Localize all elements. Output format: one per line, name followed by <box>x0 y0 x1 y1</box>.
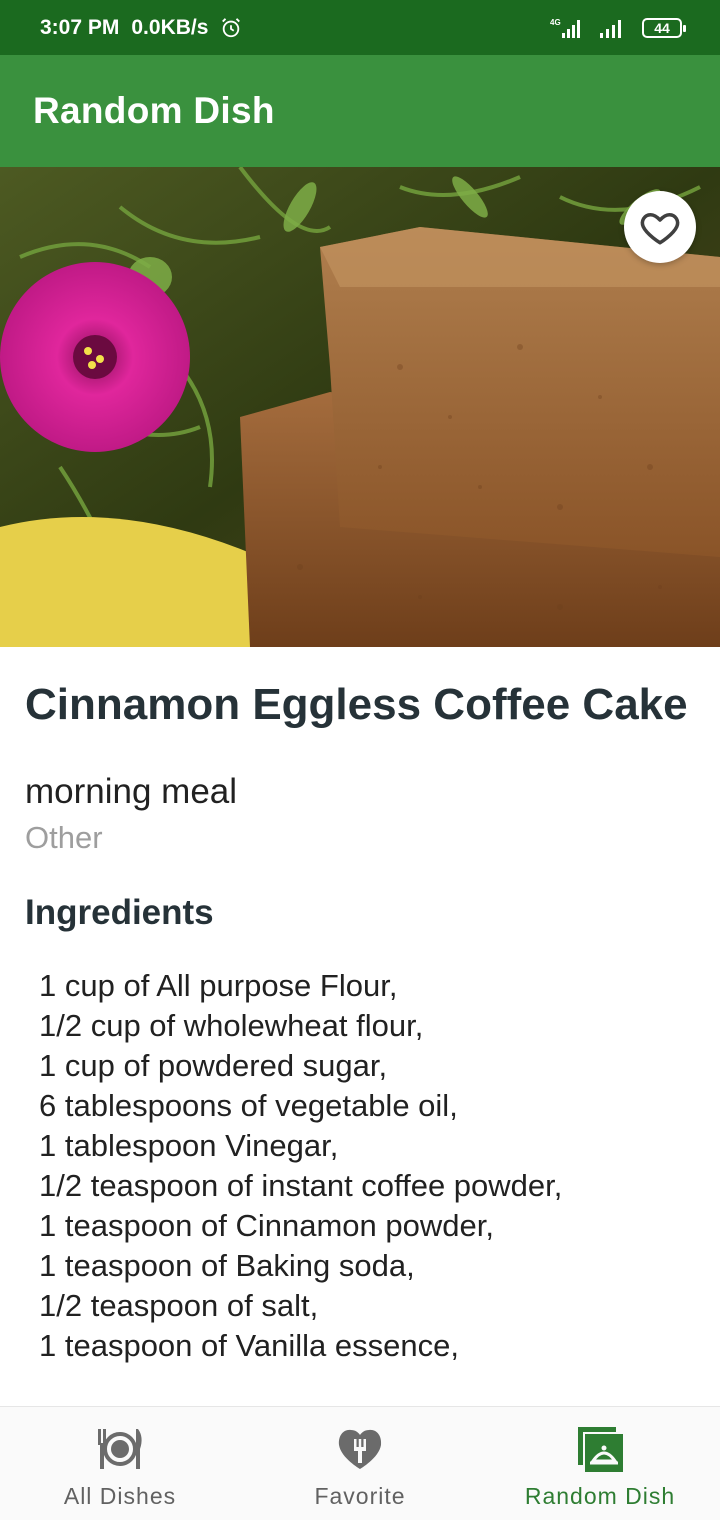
dish-type: morning meal <box>25 772 238 811</box>
dish-title: Cinnamon Eggless Coffee Cake <box>25 680 688 729</box>
signal-icon <box>600 19 621 38</box>
status-left: 3:07 PM 0.0KB/s <box>40 16 242 40</box>
bottom-navigation: All Dishes Favorite Random Dish <box>0 1406 720 1520</box>
heart-outline-icon <box>640 213 680 245</box>
ingredient-item: 1 cup of All purpose Flour, <box>39 968 398 1003</box>
ingredient-item: 1/2 cup of wholewheat flour, <box>39 1008 424 1043</box>
random-dish-icon <box>578 1427 625 1474</box>
nav-label-favorite: Favorite <box>314 1483 406 1509</box>
ingredient-item: 1 tablespoon Vinegar, <box>39 1128 339 1163</box>
ingredient-item: 1/2 teaspoon of salt, <box>39 1288 319 1323</box>
dish-photo <box>0 167 720 647</box>
nav-item-all-dishes[interactable]: All Dishes <box>0 1407 240 1520</box>
signal-4g-icon: 4G <box>550 18 580 38</box>
nav-item-random-dish[interactable]: Random Dish <box>480 1407 720 1520</box>
ingredient-item: 1 cup of powdered sugar, <box>39 1048 388 1083</box>
app-bar: Random Dish <box>0 55 720 167</box>
favorite-button[interactable] <box>624 191 696 263</box>
dish-image <box>0 167 720 647</box>
network-label: 4G <box>550 18 561 27</box>
status-time: 3:07 PM <box>40 15 120 39</box>
plate-cutlery-icon <box>98 1429 142 1469</box>
alarm-icon <box>222 17 241 37</box>
ingredients-heading: Ingredients <box>25 893 214 932</box>
ingredients-list: 1 cup of All purpose Flour, 1/2 cup of w… <box>25 966 695 1366</box>
ingredient-item: 6 tablespoons of vegetable oil, <box>39 1088 458 1123</box>
dish-category: Other <box>25 820 103 855</box>
nav-item-favorite[interactable]: Favorite <box>240 1407 480 1520</box>
status-speed: 0.0KB/s <box>131 15 209 39</box>
ingredient-item: 1/2 teaspoon of instant coffee powder, <box>39 1168 563 1203</box>
heart-fork-icon <box>338 1429 382 1469</box>
ingredient-item: 1 teaspoon of Vanilla essence, <box>39 1328 459 1363</box>
page-title: Random Dish <box>33 90 275 131</box>
status-right: 4G 44 <box>550 17 686 39</box>
status-bar: 3:07 PM 0.0KB/s 4G 44 <box>0 0 720 55</box>
ingredient-item: 1 teaspoon of Cinnamon powder, <box>39 1208 494 1243</box>
ingredient-item: 1 teaspoon of Baking soda, <box>39 1248 415 1283</box>
scroll-container[interactable]: 3:07 PM 0.0KB/s 4G 44 Random Dish Cinnam… <box>0 0 720 1406</box>
nav-label-random-dish: Random Dish <box>524 1483 676 1509</box>
battery-icon: 44 <box>642 17 686 38</box>
dish-details: Cinnamon Eggless Coffee Cake morning mea… <box>25 676 695 1366</box>
nav-label-all-dishes: All Dishes <box>63 1483 177 1509</box>
